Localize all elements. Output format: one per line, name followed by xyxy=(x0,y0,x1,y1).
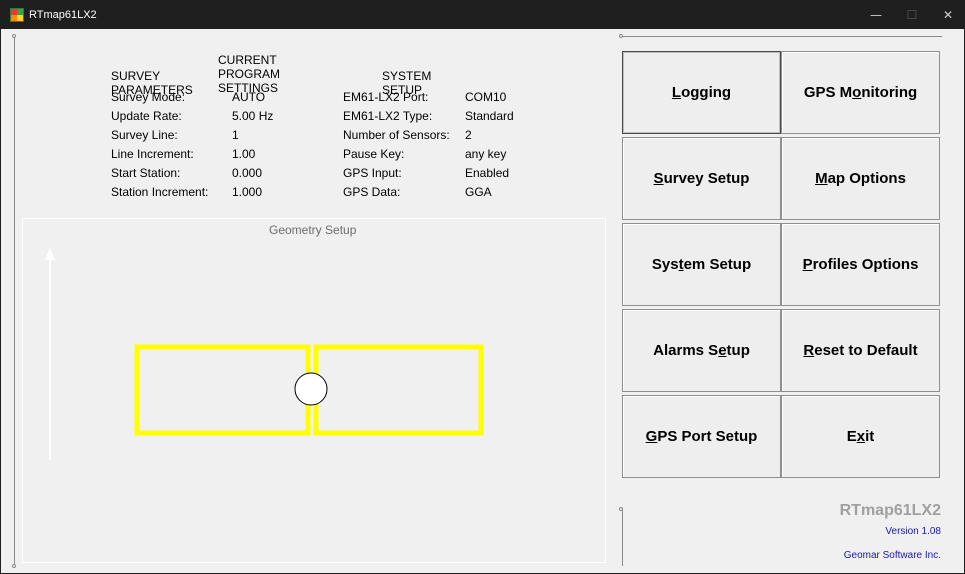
map-options-label: Map Options xyxy=(815,170,906,187)
logging-button[interactable]: Logging xyxy=(622,51,781,134)
gps-antenna-circle-icon xyxy=(294,372,328,406)
profiles-options-label: Profiles Options xyxy=(803,256,919,273)
label-part: Alarms S xyxy=(653,342,719,359)
mnemonic-letter: P xyxy=(802,256,813,273)
gps-port-setup-button[interactable]: GPS Port Setup xyxy=(622,395,781,478)
label-part: E xyxy=(846,428,857,445)
button-panel-line xyxy=(622,36,942,37)
survey-setup-label: Survey Setup xyxy=(654,170,750,187)
app-icon xyxy=(10,8,24,22)
label-part: ap Options xyxy=(827,170,906,187)
type-value: Standard xyxy=(465,109,514,123)
gps-port-setup-label: GPS Port Setup xyxy=(646,428,758,445)
label-part: Sys xyxy=(651,256,679,273)
alarms-setup-button[interactable]: Alarms Setup xyxy=(622,309,781,392)
survey-mode-label: Survey Mode: xyxy=(111,90,186,104)
label-part: GPS M xyxy=(803,84,853,101)
frame-anchor-bottom xyxy=(12,564,16,568)
start-station-value: 0.000 xyxy=(232,166,263,180)
label-part: eset to Default xyxy=(814,342,918,359)
sensors-label: Number of Sensors: xyxy=(343,128,450,142)
label-part: nitoring xyxy=(861,84,918,101)
label-part: tup xyxy=(726,342,750,359)
map-options-button[interactable]: Map Options xyxy=(781,137,940,220)
port-label: EM61-LX2 Port: xyxy=(343,90,429,104)
exit-button[interactable]: Exit xyxy=(781,395,940,478)
left-frame-line xyxy=(14,36,15,566)
gps-input-label: GPS Input: xyxy=(343,166,402,180)
label-part: em Setup xyxy=(683,256,752,273)
mnemonic-letter: M xyxy=(815,170,828,187)
left-coil-rect xyxy=(134,344,311,436)
panel-anchor-top xyxy=(619,34,623,38)
brand-name: RTmap61LX2 xyxy=(839,502,941,519)
settings-title: CURRENT PROGRAM SETTINGS xyxy=(218,53,281,95)
gps-data-value: GGA xyxy=(465,185,492,199)
pause-key-label: Pause Key: xyxy=(343,147,405,161)
mnemonic-letter: G xyxy=(645,428,658,445)
reset-to-default-button[interactable]: Reset to Default xyxy=(781,309,940,392)
station-increment-label: Station Increment: xyxy=(111,185,209,199)
alarms-setup-label: Alarms Setup xyxy=(653,342,750,359)
pause-key-value: any key xyxy=(465,147,507,161)
gps-monitoring-label: GPS Monitoring xyxy=(804,84,917,101)
survey-mode-value: AUTO xyxy=(232,90,266,104)
survey-line-value: 1 xyxy=(232,128,239,142)
label-part: urvey Setup xyxy=(663,170,750,187)
gps-input-value: Enabled xyxy=(465,166,510,180)
geometry-diagram xyxy=(45,248,484,460)
system-setup-label: System Setup xyxy=(652,256,751,273)
reset-to-default-label: Reset to Default xyxy=(803,342,917,359)
survey-setup-button[interactable]: Survey Setup xyxy=(622,137,781,220)
footer-frame-line xyxy=(622,510,623,566)
close-icon[interactable]: ✕ xyxy=(930,1,965,29)
direction-arrow-icon xyxy=(45,248,55,460)
version-text: Version 1.08 xyxy=(885,526,941,537)
line-increment-label: Line Increment: xyxy=(111,147,194,161)
line-increment-value: 1.00 xyxy=(232,147,256,161)
gps-monitoring-button[interactable]: GPS Monitoring xyxy=(781,51,940,134)
start-station-label: Start Station: xyxy=(111,166,181,180)
right-coil-rect xyxy=(313,344,484,436)
minimize-icon[interactable]: — xyxy=(858,1,894,29)
company-text: Geomar Software Inc. xyxy=(843,550,941,561)
mnemonic-letter: S xyxy=(653,170,664,187)
station-increment-value: 1.000 xyxy=(232,185,263,199)
port-value: COM10 xyxy=(465,90,507,104)
system-setup-button[interactable]: System Setup xyxy=(622,223,781,306)
window-title: RTmap61LX2 xyxy=(29,9,97,21)
footer-anchor xyxy=(619,507,623,511)
mnemonic-letter: L xyxy=(671,84,682,101)
label-part: it xyxy=(865,428,875,445)
gps-data-label: GPS Data: xyxy=(343,185,401,199)
title-bar[interactable]: RTmap61LX2 — ☐ ✕ xyxy=(1,1,964,29)
label-part: PS Port Setup xyxy=(657,428,758,445)
mnemonic-letter: R xyxy=(803,342,815,359)
label-part: rofiles Options xyxy=(812,256,919,273)
logging-label: Logging xyxy=(672,84,731,101)
mnemonic-letter: o xyxy=(852,84,862,101)
survey-line-label: Survey Line: xyxy=(111,128,178,142)
mnemonic-letter: x xyxy=(856,428,866,445)
maximize-icon[interactable]: ☐ xyxy=(894,1,930,29)
frame-anchor-top xyxy=(12,34,16,38)
update-rate-value: 5.00 Hz xyxy=(232,109,274,123)
mnemonic-letter: e xyxy=(718,342,727,359)
type-label: EM61-LX2 Type: xyxy=(343,109,433,123)
profiles-options-button[interactable]: Profiles Options xyxy=(781,223,940,306)
label-part: ogging xyxy=(681,84,732,101)
sensors-value: 2 xyxy=(465,128,472,142)
update-rate-label: Update Rate: xyxy=(111,109,182,123)
exit-label: Exit xyxy=(847,428,875,445)
